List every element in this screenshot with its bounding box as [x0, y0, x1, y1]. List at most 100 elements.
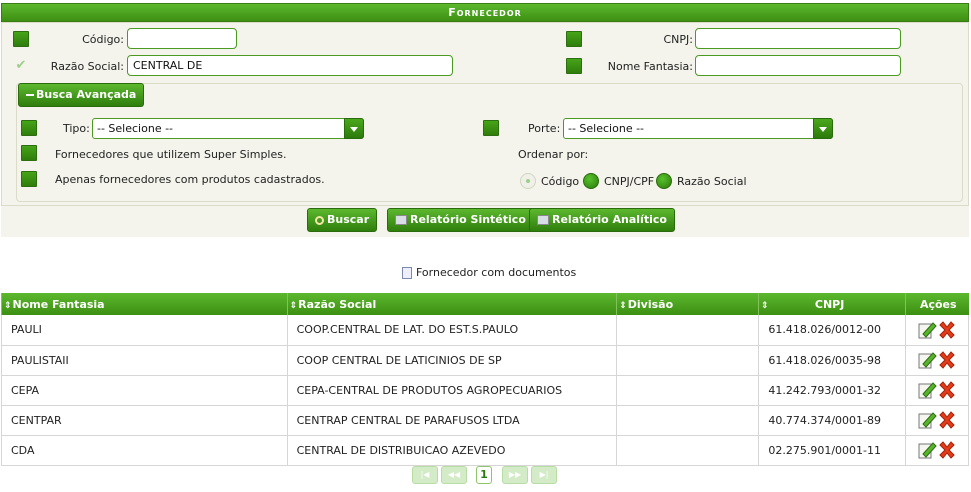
order-radio-cnpj[interactable]	[583, 173, 599, 189]
delete-icon[interactable]	[937, 410, 957, 430]
col-divisao[interactable]: ⇕Divisão	[616, 293, 759, 315]
cell-cnpj: 61.418.026/0012-00	[758, 315, 906, 346]
cell-razao-social: COOP CENTRAL DE LATICINIOS DE SP	[286, 345, 617, 376]
cell-cnpj: 40.774.374/0001-89	[758, 405, 906, 436]
sort-icon: ⇕	[761, 300, 769, 311]
delete-icon[interactable]	[937, 320, 957, 340]
order-label-cnpj: CNPJ/CPF	[604, 175, 655, 188]
cell-divisao	[616, 345, 759, 376]
cell-nome-fantasia: CENTPAR	[1, 405, 288, 436]
produtos-label: Apenas fornecedores com produtos cadastr…	[55, 173, 325, 186]
cell-acoes	[905, 405, 969, 436]
last-page-button[interactable]: ▶|	[531, 466, 557, 484]
table-row[interactable]: CEPA CEPA-CENTRAL DE PRODUTOS AGROPECUARI…	[1, 375, 969, 406]
cell-acoes	[905, 375, 969, 406]
edit-icon[interactable]	[917, 380, 937, 400]
cell-divisao	[616, 435, 759, 466]
cell-razao-social: CENTRAP CENTRAL DE PARAFUSOS LTDA	[286, 405, 617, 436]
tipo-select-value: -- Selecione --	[97, 122, 174, 135]
razao-checkbox[interactable]: ✔	[13, 58, 29, 74]
tipo-checkbox[interactable]	[21, 120, 37, 136]
cell-nome-fantasia: CEPA	[1, 375, 288, 406]
cell-nome-fantasia: CDA	[1, 435, 288, 466]
buscar-button[interactable]: Buscar	[307, 208, 378, 232]
col-razao-social[interactable]: ⇕Razão Social	[286, 293, 617, 315]
chevron-down-icon[interactable]	[813, 118, 833, 139]
printer-icon	[537, 215, 549, 225]
fornecedor-docs-link[interactable]: Fornecedor com documentos	[402, 266, 576, 279]
codigo-label: Código:	[82, 33, 124, 46]
relatorio-sintetico-button[interactable]: Relatório Sintético	[387, 208, 534, 232]
porte-select-value: -- Selecione --	[568, 122, 645, 135]
cnpj-checkbox[interactable]	[566, 31, 582, 47]
col-cnpj[interactable]: ⇕ CNPJ	[758, 293, 906, 315]
fantasia-label: Nome Fantasia:	[607, 60, 693, 73]
order-radio-razao[interactable]	[656, 173, 672, 189]
document-icon	[402, 267, 412, 279]
col-nome-fantasia[interactable]: ⇕Nome Fantasia	[1, 293, 288, 315]
cell-cnpj: 02.275.901/0001-11	[758, 435, 906, 466]
cell-razao-social: COOP.CENTRAL DE LAT. DO EST.S.PAULO	[286, 315, 617, 346]
table-row[interactable]: CDA CENTRAL DE DISTRIBUICAO AZEVEDO 02.275…	[1, 435, 969, 466]
fantasia-checkbox[interactable]	[566, 58, 582, 74]
ordenar-label: Ordenar por:	[518, 148, 589, 161]
porte-label: Porte:	[528, 122, 561, 135]
page-title: Fornecedor	[1, 3, 969, 22]
cnpj-label: CNPJ:	[663, 33, 694, 46]
edit-icon[interactable]	[917, 410, 937, 430]
fantasia-input[interactable]	[695, 55, 901, 76]
sort-icon: ⇕	[289, 300, 298, 311]
current-page[interactable]: 1	[476, 466, 492, 484]
razao-label: Razão Social:	[50, 60, 124, 73]
tipo-select[interactable]: -- Selecione --	[92, 118, 364, 139]
fornecedores-table: ⇕Nome Fantasia ⇕Razão Social ⇕Divisão ⇕ C…	[1, 293, 969, 466]
sort-icon: ⇕	[4, 300, 12, 311]
cell-razao-social: CENTRAL DE DISTRIBUICAO AZEVEDO	[286, 435, 617, 466]
chevron-down-icon[interactable]	[344, 118, 364, 139]
cell-divisao	[616, 405, 759, 436]
cell-acoes	[905, 315, 969, 346]
next-page-button[interactable]: ▶▶	[502, 466, 528, 484]
cell-razao-social: CEPA-CENTRAL DE PRODUTOS AGROPECUARIOS	[286, 375, 617, 406]
order-radio-codigo[interactable]	[520, 173, 536, 189]
delete-icon[interactable]	[937, 350, 957, 370]
minus-icon	[26, 94, 34, 96]
first-page-button[interactable]: |◀	[412, 466, 438, 484]
cell-nome-fantasia: PAULISTAII	[1, 345, 288, 376]
cnpj-input[interactable]	[695, 28, 901, 49]
cell-divisao	[616, 375, 759, 406]
cell-divisao	[616, 315, 759, 346]
delete-icon[interactable]	[937, 380, 957, 400]
codigo-checkbox[interactable]	[13, 31, 29, 47]
cell-cnpj: 61.418.026/0035-98	[758, 345, 906, 376]
busca-avancada-toggle[interactable]: Busca Avançada	[18, 83, 145, 107]
cell-nome-fantasia: PAULI	[1, 315, 288, 346]
produtos-checkbox[interactable]	[21, 171, 37, 187]
cell-cnpj: 41.242.793/0001-32	[758, 375, 906, 406]
table-row[interactable]: PAULISTAII COOP CENTRAL DE LATICINIOS DE …	[1, 345, 969, 376]
super-simples-checkbox[interactable]	[21, 145, 37, 161]
cell-acoes	[905, 435, 969, 466]
tipo-label: Tipo:	[63, 122, 90, 135]
delete-icon[interactable]	[937, 440, 957, 460]
porte-select[interactable]: -- Selecione --	[563, 118, 833, 139]
table-row[interactable]: PAULI COOP.CENTRAL DE LAT. DO EST.S.PAULO…	[1, 315, 969, 346]
table-row[interactable]: CENTPAR CENTRAP CENTRAL DE PARAFUSOS LTDA…	[1, 405, 969, 436]
edit-icon[interactable]	[917, 350, 937, 370]
edit-icon[interactable]	[917, 440, 937, 460]
sort-icon: ⇕	[619, 300, 627, 311]
cell-acoes	[905, 345, 969, 376]
edit-icon[interactable]	[917, 320, 937, 340]
checkmark-icon: ✔	[15, 58, 27, 73]
order-label-razao: Razão Social	[677, 175, 747, 188]
printer-icon	[395, 215, 407, 225]
order-label-codigo: Código	[541, 175, 580, 188]
porte-checkbox[interactable]	[483, 120, 499, 136]
relatorio-analitico-button[interactable]: Relatório Analítico	[529, 208, 675, 232]
prev-page-button[interactable]: ◀◀	[441, 466, 467, 484]
search-icon	[315, 215, 324, 225]
col-acoes: Ações	[905, 293, 969, 315]
super-simples-label: Fornecedores que utilizem Super Simples.	[55, 148, 287, 161]
codigo-input[interactable]	[127, 28, 237, 49]
razao-input[interactable]	[127, 55, 453, 76]
